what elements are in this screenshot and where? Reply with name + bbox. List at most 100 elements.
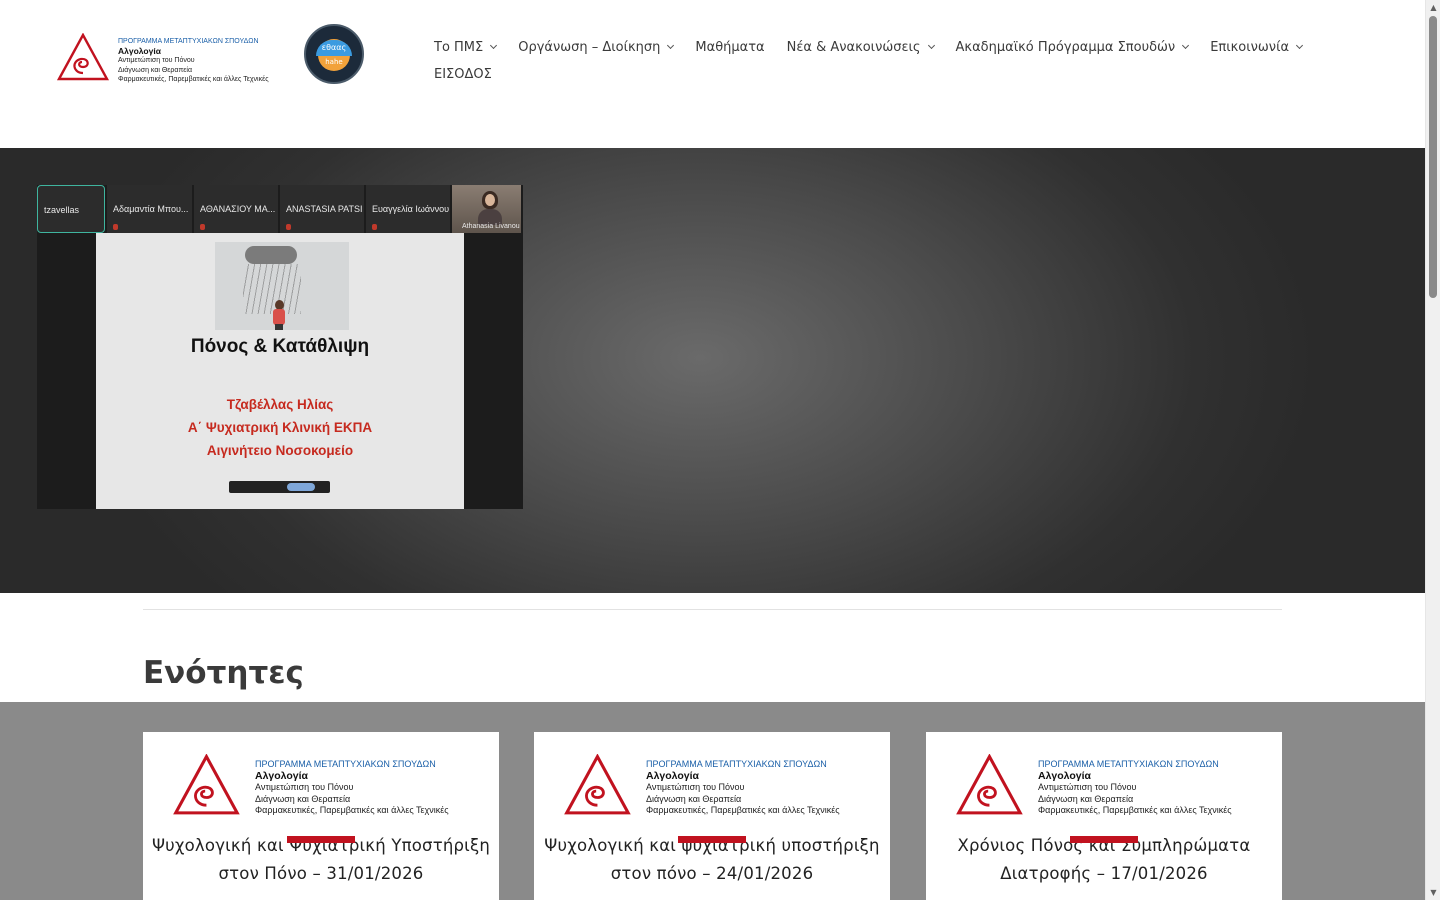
chevron-down-icon (1182, 41, 1190, 50)
chevron-down-icon (927, 41, 935, 50)
logo-line-4: Διάγνωση και Θεραπεία (118, 66, 193, 74)
meeting-screenshot: tzavellas Αδαμαντία Μπου... ΑΘΑΝΑΣΙΟΥ ΜΑ… (37, 185, 523, 509)
site-logo[interactable]: ΠΡΟΓΡΑΜΜΑ ΜΕΤΑΠΤΥΧΙΑΚΩΝ ΣΠΟΥΔΩΝ Αλγολογί… (56, 32, 272, 85)
nav-label: Νέα & Ανακοινώσεις (786, 39, 921, 55)
red-accent-bar (1070, 836, 1138, 843)
main-nav: Το ΠΜΣ Οργάνωση – Διοίκηση Μαθήματα Νέα … (434, 37, 1394, 84)
nav-item-login[interactable]: ΕΙΣΟΔΟΣ (434, 67, 492, 82)
participant-name: ANASTASIA PATSI (286, 204, 363, 214)
presentation-slide: Πόνος & Κατάθλιψη Τζαβέλλας Ηλίας Α΄ Ψυχ… (96, 233, 464, 509)
person-face (485, 194, 495, 206)
spiral-logo-icon (173, 754, 240, 815)
logo-line-title: Αλγολογία (646, 769, 700, 782)
slide-title: Πόνος & Κατάθλιψη (190, 336, 370, 357)
page-scrollbar[interactable]: ▲ ▼ (1425, 0, 1440, 900)
card-logo: ΠΡΟΓΡΑΜΜΑ ΜΕΤΑΠΤΥΧΙΑΚΩΝ ΣΠΟΥΔΩΝ Αλγολογί… (564, 754, 864, 818)
card-title-line: στον Πόνο – 31/01/2026 (218, 864, 424, 883)
muted-mic-icon (372, 224, 377, 230)
cloud-icon (245, 246, 297, 264)
participant-strip: tzavellas Αδαμαντία Μπου... ΑΘΑΝΑΣΙΟΥ ΜΑ… (37, 185, 523, 233)
logo-line-5: Φαρμακευτικές, Παρεμβατικές και άλλες Τε… (646, 805, 840, 815)
logo-line-title: Αλγολογία (255, 769, 309, 782)
logo-text: ΠΡΟΓΡΑΜΜΑ ΜΕΤΑΠΤΥΧΙΑΚΩΝ ΣΠΟΥΔΩΝ Αλγολογί… (646, 759, 840, 817)
badge-text-bottom: hahe (325, 58, 343, 66)
nav-label: Μαθήματα (695, 39, 765, 55)
chevron-down-icon (667, 41, 675, 50)
logo-line-5: Φαρμακευτικές, Παρεμβατικές και άλλες Τε… (118, 76, 269, 83)
scroll-thumb[interactable] (1429, 16, 1437, 298)
module-card[interactable]: ΠΡΟΓΡΑΜΜΑ ΜΕΤΑΠΤΥΧΙΑΚΩΝ ΣΠΟΥΔΩΝ Αλγολογί… (143, 732, 499, 900)
logo-line-4: Διάγνωση και Θεραπεία (1038, 793, 1134, 804)
muted-mic-icon (113, 224, 118, 230)
logo-line-title: Αλγολογία (1038, 769, 1092, 782)
chevron-down-icon (490, 41, 498, 50)
logo-line-3: Αντιμετώπιση του Πόνου (1038, 782, 1137, 792)
nav-item-academic-program[interactable]: Ακαδημαϊκό Πρόγραμμα Σπουδών (956, 40, 1190, 55)
red-accent-bar (287, 836, 355, 843)
logo-text: ΠΡΟΓΡΑΜΜΑ ΜΕΤΑΠΤΥΧΙΑΚΩΝ ΣΠΟΥΔΩΝ Αλγολογί… (255, 759, 449, 817)
module-card[interactable]: ΠΡΟΓΡΑΜΜΑ ΜΕΤΑΠΤΥΧΙΑΚΩΝ ΣΠΟΥΔΩΝ Αλγολογί… (926, 732, 1282, 900)
nav-row: Το ΠΜΣ Οργάνωση – Διοίκηση Μαθήματα Νέα … (434, 37, 1394, 57)
participant-video-tile: Athanasia Livanou (452, 185, 521, 233)
participant-tile: Ευαγγελία Ιωάννου (366, 185, 450, 233)
slide-line: Α΄ Ψυχιατρική Κλινική ΕΚΠΑ (187, 420, 373, 435)
nav-row-2: ΕΙΣΟΔΟΣ (434, 64, 1394, 84)
card-logo: ΠΡΟΓΡΑΜΜΑ ΜΕΤΑΠΤΥΧΙΑΚΩΝ ΣΠΟΥΔΩΝ Αλγολογί… (173, 754, 473, 818)
participant-tile: ANASTASIA PATSI (280, 185, 364, 233)
module-card[interactable]: ΠΡΟΓΡΑΜΜΑ ΜΕΤΑΠΤΥΧΙΑΚΩΝ ΣΠΟΥΔΩΝ Αλγολογί… (534, 732, 890, 900)
nav-item-contact[interactable]: Επικοινωνία (1210, 39, 1304, 55)
logo-line-3: Αντιμετώπιση του Πόνου (118, 57, 195, 64)
logo-text: ΠΡΟΓΡΑΜΜΑ ΜΕΤΑΠΤΥΧΙΑΚΩΝ ΣΠΟΥΔΩΝ Αλγολογί… (1038, 759, 1232, 817)
logo-line-program: ΠΡΟΓΡΑΜΜΑ ΜΕΤΑΠΤΥΧΙΑΚΩΝ ΣΠΟΥΔΩΝ (1038, 759, 1219, 769)
logo-line-3: Αντιμετώπιση του Πόνου (646, 782, 745, 792)
screen-share-bar (229, 481, 330, 493)
card-logo: ΠΡΟΓΡΑΜΜΑ ΜΕΤΑΠΤΥΧΙΑΚΩΝ ΣΠΟΥΔΩΝ Αλγολογί… (956, 754, 1256, 818)
logo-line-program: ΠΡΟΓΡΑΜΜΑ ΜΕΤΑΠΤΥΧΙΑΚΩΝ ΣΠΟΥΔΩΝ (255, 759, 436, 769)
spiral-logo-icon (56, 32, 110, 81)
nav-item-news[interactable]: Νέα & Ανακοινώσεις (786, 39, 935, 55)
nav-item-organization[interactable]: Οργάνωση – Διοίκηση (518, 39, 675, 55)
participant-name: Ευαγγελία Ιωάννου (372, 204, 450, 214)
person-figure-body (273, 309, 285, 325)
section-title: Ενότητες (143, 655, 304, 691)
nav-item-courses[interactable]: Μαθήματα (695, 40, 764, 55)
modules-grid: ΠΡΟΓΡΑΜΜΑ ΜΕΤΑΠΤΥΧΙΑΚΩΝ ΣΠΟΥΔΩΝ Αλγολογί… (0, 702, 1425, 900)
nav-label: Επικοινωνία (1210, 39, 1290, 55)
site-header: ΠΡΟΓΡΑΜΜΑ ΜΕΤΑΠΤΥΧΙΑΚΩΝ ΣΠΟΥΔΩΝ Αλγολογί… (0, 0, 1425, 148)
nav-label: Οργάνωση – Διοίκηση (518, 39, 661, 55)
accreditation-badge: εθαας hahe (304, 24, 364, 84)
logo-line-5: Φαρμακευτικές, Παρεμβατικές και άλλες Τε… (255, 805, 449, 815)
logo-text: ΠΡΟΓΡΑΜΜΑ ΜΕΤΑΠΤΥΧΙΑΚΩΝ ΣΠΟΥΔΩΝ Αλγολογί… (118, 37, 269, 85)
participant-name: Athanasia Livanou (462, 223, 520, 230)
nav-item-pms[interactable]: Το ΠΜΣ (434, 39, 498, 55)
logo-line-program: ΠΡΟΓΡΑΜΜΑ ΜΕΤΑΠΤΥΧΙΑΚΩΝ ΣΠΟΥΔΩΝ (646, 759, 827, 769)
rain-illustration (215, 242, 349, 330)
muted-mic-icon (200, 224, 205, 230)
nav-label: Το ΠΜΣ (434, 39, 484, 55)
card-title-line: Διατροφής – 17/01/2026 (1000, 864, 1208, 883)
participant-tile: Αδαμαντία Μπου... (107, 185, 192, 233)
spiral-logo-icon (564, 754, 631, 815)
participant-name: Αδαμαντία Μπου... (113, 204, 189, 214)
slide-line: Αιγινήτειο Νοσοκομείο (206, 443, 354, 458)
logo-line-title: Αλγολογία (118, 45, 161, 56)
participant-tile: ΑΘΑΝΑΣΙΟΥ ΜΑ... (194, 185, 278, 233)
card-title-line: στον πόνο – 24/01/2026 (610, 864, 814, 883)
slide-subtitle: Τζαβέλλας Ηλίας Α΄ Ψυχιατρική Κλινική ΕΚ… (96, 393, 464, 462)
stop-share-pill (287, 483, 315, 491)
scroll-down-arrow-icon[interactable]: ▼ (1426, 885, 1440, 900)
participant-name: tzavellas (44, 205, 80, 215)
scroll-up-arrow-icon[interactable]: ▲ (1426, 0, 1440, 15)
logo-line-3: Αντιμετώπιση του Πόνου (255, 782, 354, 792)
badge-text-top: εθαας (316, 40, 352, 56)
logo-line-4: Διάγνωση και Θεραπεία (255, 793, 351, 804)
logo-line-4: Διάγνωση και Θεραπεία (646, 793, 742, 804)
red-accent-bar (678, 836, 746, 843)
muted-mic-icon (286, 224, 291, 230)
spiral-logo-icon (956, 754, 1023, 815)
section-divider (143, 609, 1282, 610)
participant-name: ΑΘΑΝΑΣΙΟΥ ΜΑ... (200, 204, 276, 214)
participant-tile: tzavellas (37, 185, 105, 233)
logo-line-5: Φαρμακευτικές, Παρεμβατικές και άλλες Τε… (1038, 805, 1232, 815)
page: ΠΡΟΓΡΑΜΜΑ ΜΕΤΑΠΤΥΧΙΑΚΩΝ ΣΠΟΥΔΩΝ Αλγολογί… (0, 0, 1425, 900)
